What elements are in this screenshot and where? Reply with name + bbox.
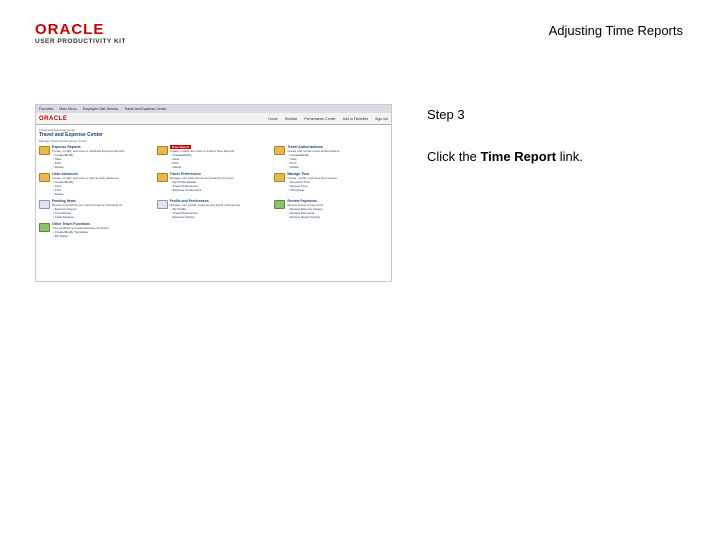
screenshot-card: Other Travel Functions Your workflow and … [39, 222, 153, 238]
folder-icon [156, 173, 168, 182]
screenshot-card-body: Other Travel Functions Your workflow and … [52, 222, 153, 238]
card-link[interactable]: Delete [52, 192, 153, 196]
folder-icon [39, 146, 50, 155]
screenshot-brand-bar: ORACLE Home Worklist Performance Center … [36, 113, 391, 125]
card-link[interactable]: Review Report Activity [287, 215, 388, 219]
nav-home[interactable]: Home [268, 117, 277, 121]
screenshot-card-body: Cash Advances Create, modify, and view or… [52, 172, 153, 196]
screenshot-card-body: Time Report Create, modify, and view or s… [169, 145, 271, 169]
screenshot-card-body: Expense Reports Create, modify, and view … [52, 145, 153, 169]
screenshot-card-grid: Expense Reports Create, modify, and view … [36, 145, 391, 238]
green-folder-icon [39, 223, 50, 232]
screenshot-page-title: Travel and Expense Center [39, 132, 103, 138]
topnav-main-menu[interactable]: Main Menu [59, 107, 76, 111]
oracle-upk-logo: ORACLE USER PRODUCTIVITY KIT [35, 22, 125, 45]
screenshot-main-nav: Home Worklist Performance Center Add to … [268, 117, 388, 121]
green-folder-icon [274, 200, 286, 209]
card-link[interactable]: Cash Advance [52, 215, 153, 219]
card-link[interactable]: My Wallet [52, 234, 153, 238]
topnav-favorites[interactable]: Favorites [39, 107, 53, 111]
screenshot-card: Travel Authorizations Create and review t… [274, 145, 388, 169]
screenshot-card-body: Pending Items Review and submit your save… [52, 199, 153, 219]
logo-brand: ORACLE [35, 21, 105, 38]
document-icon [39, 200, 50, 209]
nav-sign-out[interactable]: Sign out [375, 117, 388, 121]
screenshot-card-body: Profile and Preferences Manage your profi… [170, 199, 271, 219]
instruction-target: Time Report [480, 149, 557, 164]
topnav-employee-self-service[interactable]: Employee Self-Service [83, 107, 118, 111]
folder-icon [274, 146, 286, 155]
instruction-prefix: Click the [427, 149, 481, 164]
screenshot-card-body: Review Payments Review status of payments… [287, 199, 388, 219]
screenshot-page-heading: Travel and Expense Center Travel and Exp… [36, 125, 391, 138]
screenshot-top-nav: Favorites Main Menu Employee Self-Servic… [36, 105, 391, 113]
instruction-suffix: link. [556, 149, 583, 164]
card-link[interactable]: Expense Activity [170, 215, 271, 219]
topnav-travel-expense[interactable]: Travel and Expense Center [124, 107, 166, 111]
step-instruction: Click the Time Report link. [427, 149, 583, 164]
card-link[interactable]: Delete [287, 165, 388, 169]
nav-performance-center[interactable]: Performance Center [304, 117, 336, 121]
step-number: Step 3 [427, 107, 465, 122]
folder-icon [274, 173, 286, 182]
screenshot-oracle-logo: ORACLE [39, 115, 68, 122]
nav-add-to-favorites[interactable]: Add to Favorites [343, 117, 368, 121]
document-title: Adjusting Time Reports [548, 23, 683, 38]
nav-worklist[interactable]: Worklist [285, 117, 297, 121]
card-link[interactable]: Expense Preferences [170, 188, 271, 192]
screenshot-card: Profile and Preferences Manage your profi… [156, 199, 271, 219]
screenshot-page-subtitle: Manage Travel and Expense Center [39, 139, 88, 143]
logo-product: USER PRODUCTIVITY KIT [35, 38, 126, 45]
screenshot-card: Expense Reports Create, modify, and view … [39, 145, 153, 169]
card-link[interactable]: Timesheet [287, 188, 388, 192]
screenshot-card: Review Payments Review status of payments… [274, 199, 388, 219]
card-link[interactable]: Delete [52, 165, 153, 169]
screenshot-card-body: Travel Preferences Manage your preference… [170, 172, 271, 196]
screenshot-card: Manage Time Create, modify, and view time… [274, 172, 388, 196]
application-screenshot: Favorites Main Menu Employee Self-Servic… [35, 104, 392, 282]
card-link[interactable]: Delete [170, 165, 271, 169]
screenshot-card-body: Travel Authorizations Create and review t… [287, 145, 388, 169]
document-icon [156, 200, 168, 209]
screenshot-card: Travel Preferences Manage your preference… [156, 172, 271, 196]
folder-icon [39, 173, 50, 182]
screenshot-card: Cash Advances Create, modify, and view or… [39, 172, 153, 196]
folder-icon [156, 146, 168, 155]
screenshot-card: Pending Items Review and submit your save… [39, 199, 153, 219]
screenshot-card-body: Manage Time Create, modify, and view time… [287, 172, 388, 196]
screenshot-card: Time Report Create, modify, and view or s… [156, 145, 271, 169]
